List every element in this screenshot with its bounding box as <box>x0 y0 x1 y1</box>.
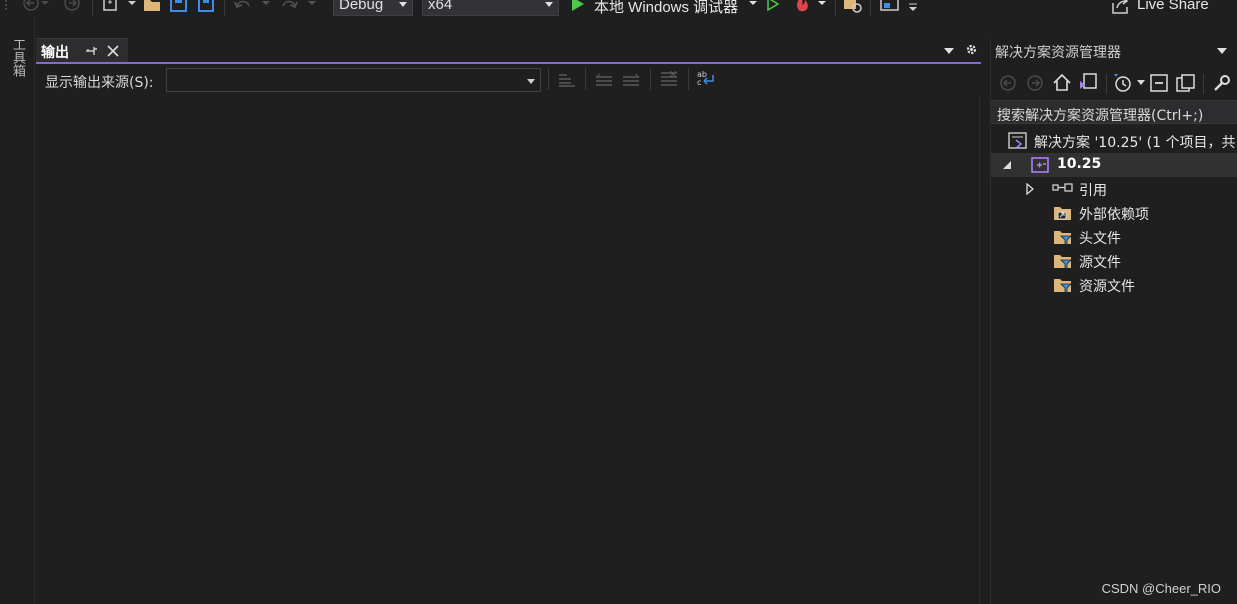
tree-item-label: 外部依赖项 <box>1079 207 1149 223</box>
gear-icon[interactable] <box>965 43 978 56</box>
solution-explorer-search[interactable]: 搜索解决方案资源管理器(Ctrl+;) <box>991 100 1237 124</box>
word-wrap-icon[interactable]: ab c <box>697 69 717 87</box>
svg-text:c: c <box>697 78 701 87</box>
forward-icon[interactable] <box>1026 74 1044 92</box>
project-node[interactable]: 10.25 <box>991 153 1237 177</box>
output-tab-label: 输出 <box>41 45 69 61</box>
chevron-down-icon <box>527 79 535 84</box>
output-source-label: 显示输出来源(S): <box>45 75 154 91</box>
output-tab[interactable]: 输出 <box>36 38 128 62</box>
start-debugging-icon[interactable] <box>571 0 585 11</box>
close-icon[interactable] <box>107 45 119 57</box>
tree-item-external-dependencies[interactable]: 外部依赖项 <box>991 201 1237 225</box>
collapsed-arrow-icon[interactable] <box>1026 183 1034 195</box>
filter-folder-icon <box>1053 253 1073 270</box>
start-without-debugging-icon[interactable] <box>766 0 780 11</box>
open-folder-icon[interactable] <box>143 0 163 14</box>
dropdown-arrow-icon[interactable] <box>1137 80 1145 86</box>
tree-item-label: 头文件 <box>1079 231 1121 247</box>
find-message-in-code-icon[interactable] <box>557 72 577 88</box>
undo-icon[interactable] <box>233 0 253 12</box>
collapse-all-icon[interactable] <box>1150 74 1170 92</box>
switch-views-icon[interactable] <box>1078 73 1100 93</box>
pin-icon[interactable] <box>84 44 98 58</box>
platform-dropdown[interactable]: x64 <box>422 0 559 16</box>
previous-message-icon[interactable] <box>594 72 614 88</box>
cpp-project-icon <box>1031 156 1051 174</box>
solution-label: 解决方案 '10.25' (1 个项目，共 <box>1034 135 1236 151</box>
dropdown-arrow-icon[interactable] <box>41 0 49 12</box>
tree-item-label: 源文件 <box>1079 255 1121 271</box>
chevron-down-icon <box>545 2 553 8</box>
new-project-icon[interactable] <box>102 0 122 14</box>
pending-changes-filter-icon[interactable] <box>1113 73 1133 93</box>
search-placeholder: 搜索解决方案资源管理器(Ctrl+;) <box>997 108 1204 124</box>
live-share-icon[interactable] <box>1112 0 1130 14</box>
tree-item-label: 资源文件 <box>1079 279 1135 295</box>
external-deps-folder-icon <box>1053 205 1073 222</box>
panel-menu-icon[interactable] <box>1217 48 1227 54</box>
solution-explorer-toolbar <box>991 70 1237 100</box>
redo-icon[interactable] <box>279 0 299 12</box>
browse-files-icon[interactable] <box>843 0 863 14</box>
back-icon[interactable] <box>999 74 1017 92</box>
main-toolbar: Debug x64 本地 Windows 调试器 Live Share <box>0 0 1237 18</box>
watermark-text: CSDN @Cheer_RIO <box>1101 581 1221 596</box>
project-label: 10.25 <box>1057 156 1102 172</box>
window-layout-icon[interactable] <box>880 0 902 14</box>
toolbox-tab[interactable]: 工具箱 <box>8 38 27 77</box>
solution-icon <box>1008 132 1028 150</box>
chevron-down-icon <box>399 2 407 8</box>
configuration-dropdown[interactable]: Debug <box>333 0 413 16</box>
tree-item-source-files[interactable]: 源文件 <box>991 249 1237 273</box>
grip-icon <box>4 0 10 12</box>
tree-item-references[interactable]: 引用 <box>991 177 1237 201</box>
tree-item-label: 引用 <box>1079 183 1107 199</box>
save-all-icon[interactable] <box>196 0 216 14</box>
solution-explorer-title: 解决方案资源管理器 <box>995 45 1121 61</box>
dropdown-arrow-icon[interactable] <box>749 0 757 12</box>
filter-folder-icon <box>1053 229 1073 246</box>
tree-item-header-files[interactable]: 头文件 <box>991 225 1237 249</box>
debugger-button-label[interactable]: 本地 Windows 调试器 <box>594 0 738 17</box>
tree-item-resource-files[interactable]: 资源文件 <box>991 273 1237 297</box>
save-icon[interactable] <box>170 0 188 14</box>
output-source-dropdown[interactable] <box>166 68 541 92</box>
output-text-area[interactable] <box>36 96 980 604</box>
show-all-files-icon[interactable] <box>1176 74 1196 92</box>
expanded-arrow-icon[interactable] <box>1003 161 1011 169</box>
clear-all-icon[interactable] <box>659 70 679 86</box>
dropdown-arrow-icon[interactable] <box>128 0 136 12</box>
solution-explorer-panel: 解决方案资源管理器 搜索解决方案资源管理器(Ctrl+;) 解决方案 '10.2… <box>990 38 1237 604</box>
live-share-button[interactable]: Live Share <box>1137 0 1209 13</box>
toolbar-options-icon[interactable] <box>908 2 918 14</box>
properties-wrench-icon[interactable] <box>1212 73 1232 93</box>
dropdown-arrow-icon[interactable] <box>308 0 316 12</box>
dropdown-arrow-icon[interactable] <box>818 0 826 12</box>
references-icon <box>1052 182 1074 194</box>
platform-value: x64 <box>428 0 453 13</box>
configuration-value: Debug <box>339 0 384 13</box>
filter-folder-icon <box>1053 277 1073 294</box>
navigate-forward-icon[interactable] <box>63 0 81 12</box>
next-message-icon[interactable] <box>621 72 641 88</box>
solution-node[interactable]: 解决方案 '10.25' (1 个项目，共 <box>991 129 1237 153</box>
output-toolbar: 显示输出来源(S): ab c <box>36 64 981 96</box>
dropdown-arrow-icon[interactable] <box>262 0 270 12</box>
toolbox-sidebar: 工具箱 <box>0 18 35 604</box>
hot-reload-icon[interactable] <box>793 0 811 14</box>
navigate-back-icon[interactable] <box>22 0 40 12</box>
home-icon[interactable] <box>1052 73 1072 93</box>
output-panel: 输出 显示输出来源(S): ab c <box>36 38 981 604</box>
panel-menu-icon[interactable] <box>944 48 954 54</box>
